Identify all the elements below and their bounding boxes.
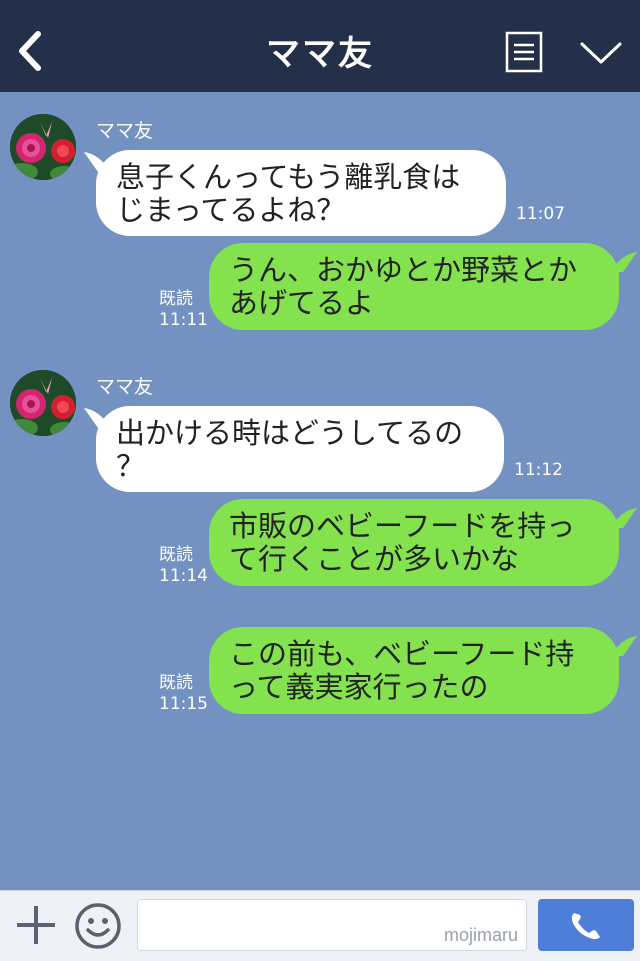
input-bar: mojimaru	[0, 890, 640, 961]
emoji-button[interactable]	[74, 902, 122, 950]
message-time: 11:14	[159, 566, 208, 586]
message-line: 息子くんってもう離乳食は	[116, 160, 461, 194]
read-receipt: 既読 11:11	[159, 289, 208, 331]
read-receipt: 既読 11:15	[159, 673, 208, 715]
chevron-left-icon	[19, 31, 41, 71]
message-input[interactable]: mojimaru	[137, 899, 527, 951]
message-line: って義実家行ったの	[229, 670, 489, 704]
message-line: て行くことが多いかな	[229, 542, 520, 576]
message-time: 11:07	[516, 204, 565, 224]
rose-avatar-icon	[10, 370, 76, 436]
collapse-button[interactable]	[578, 36, 624, 70]
rose-avatar-icon	[10, 114, 76, 180]
message-bubble[interactable]: 出かける時はどうしてるの ？	[96, 406, 504, 492]
menu-list-icon	[505, 31, 543, 73]
avatar[interactable]	[10, 114, 76, 180]
message-time: 11:15	[159, 694, 208, 714]
smiley-icon	[75, 903, 121, 949]
chat-title: ママ友	[266, 34, 374, 74]
chevron-down-icon	[580, 42, 622, 64]
add-button[interactable]	[14, 903, 58, 947]
back-button[interactable]	[12, 26, 52, 76]
sender-name: ママ友	[96, 376, 154, 398]
menu-button[interactable]	[505, 31, 543, 73]
avatar[interactable]	[10, 370, 76, 436]
read-receipt: 既読 11:14	[159, 545, 208, 587]
read-label: 既読	[159, 289, 193, 309]
call-button[interactable]	[538, 899, 634, 951]
message-time: 11:12	[514, 460, 563, 480]
message-line: うん、おかゆとか野菜とか	[229, 253, 578, 287]
read-label: 既読	[159, 545, 193, 565]
phone-icon	[571, 913, 600, 940]
message-bubble[interactable]: この前も、ベビーフード持 って義実家行ったの	[209, 627, 619, 714]
chat-area[interactable]: ママ友 息子くんってもう離乳食は じまってるよね？ 11:07 既読 11:11…	[0, 92, 640, 890]
message-line: ？	[116, 449, 146, 483]
read-label: 既読	[159, 673, 193, 693]
message-line: じまってるよね？	[116, 193, 346, 227]
bubble-tail	[611, 508, 637, 528]
message-time: 11:11	[159, 310, 208, 330]
watermark: mojimaru	[443, 925, 518, 945]
bubble-tail	[611, 636, 637, 656]
message-line: あげてるよ	[229, 286, 375, 320]
message-line: この前も、ベビーフード持	[229, 637, 575, 671]
message-bubble[interactable]: 市販のベビーフードを持っ て行くことが多いかな	[209, 499, 619, 586]
sender-name: ママ友	[96, 120, 154, 142]
message-line: 市販のベビーフードを持っ	[229, 509, 576, 543]
plus-icon	[17, 906, 55, 944]
chat-header: ママ友	[0, 0, 640, 92]
message-line: 出かける時はどうしてるの	[116, 416, 464, 450]
message-bubble[interactable]: 息子くんってもう離乳食は じまってるよね？	[96, 150, 506, 236]
bubble-tail	[611, 252, 637, 272]
message-bubble[interactable]: うん、おかゆとか野菜とか あげてるよ	[209, 243, 619, 330]
